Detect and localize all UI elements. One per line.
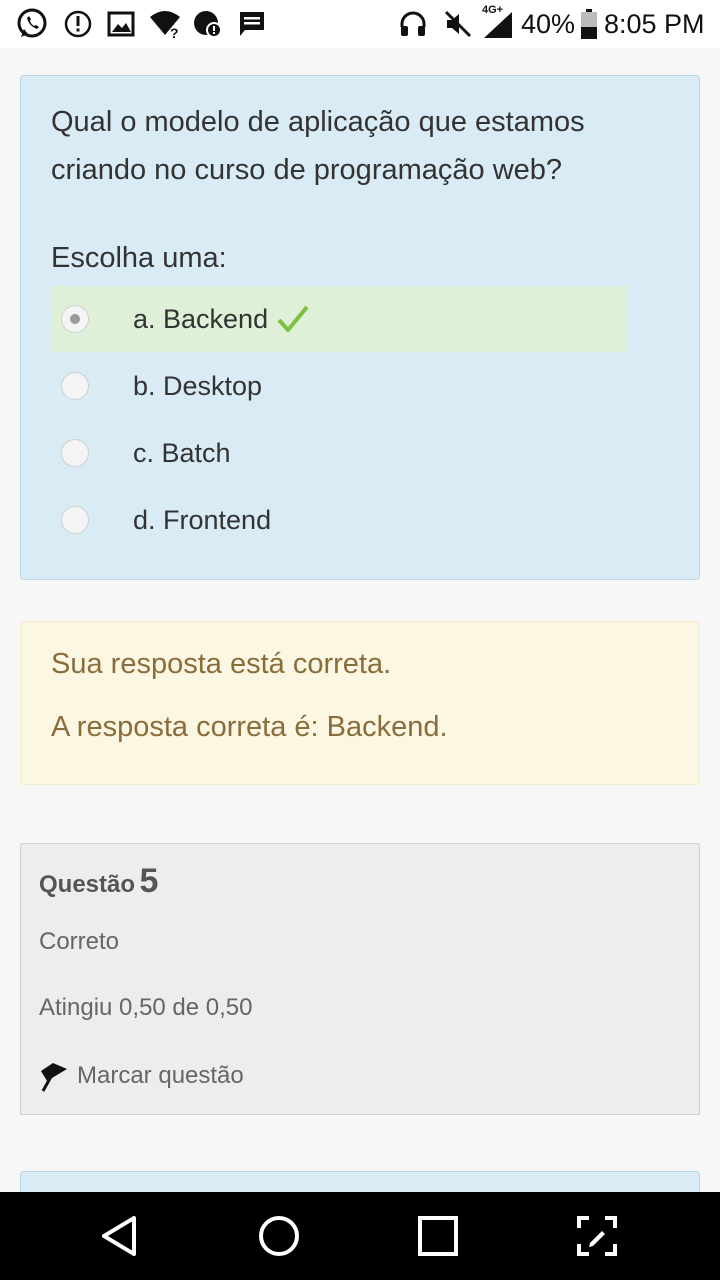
flag-question-label: Marcar questão [77, 1062, 244, 1089]
clock: 8:05 PM [604, 9, 705, 39]
check-icon [277, 305, 309, 332]
message-icon [236, 8, 268, 40]
mute-icon [442, 8, 474, 40]
answer-label: b. Desktop [133, 370, 263, 401]
question-number: 5 [139, 862, 159, 900]
feedback-box: Sua resposta está correta. A resposta co… [20, 621, 700, 785]
radio-button[interactable] [61, 372, 89, 400]
answer-option-d[interactable]: d. Frontend [51, 487, 628, 553]
back-icon [102, 1216, 136, 1256]
recents-button[interactable] [408, 1206, 468, 1266]
feedback-correct-answer: A resposta correta é: Backend. [51, 711, 448, 743]
answer-label: a. Backend [133, 303, 269, 334]
back-button[interactable] [90, 1206, 150, 1266]
answer-label: c. Batch [133, 437, 231, 468]
answer-option-a[interactable]: a. Backend [51, 286, 628, 352]
whatsapp-icon [14, 8, 50, 40]
question-word: Questão [39, 871, 136, 898]
headset-icon [398, 8, 428, 40]
fullscreen-icon [577, 1216, 617, 1256]
navigation-bar [0, 1192, 720, 1280]
status-bar: ? 4G+ 40% 8:05 PM [0, 0, 720, 48]
home-button[interactable] [249, 1206, 309, 1266]
flag-question-link[interactable]: Marcar questão [39, 1059, 244, 1093]
question-card: Qual o modelo de aplicação que estamos c… [20, 75, 700, 580]
signal-icon: 4G+ [480, 4, 516, 40]
radio-button[interactable] [61, 439, 89, 467]
battery-icon [578, 8, 600, 40]
radio-button[interactable] [61, 305, 89, 333]
wifi-unknown-icon: ? [148, 8, 184, 40]
question-number-heading: Questão 5 [39, 862, 158, 901]
battery-percent: 40% [521, 9, 576, 39]
question-status: Correto [39, 928, 120, 955]
question-text: Qual o modelo de aplicação que estamos c… [51, 106, 585, 186]
radio-button[interactable] [61, 506, 89, 534]
network-type-label: 4G+ [482, 4, 504, 16]
recents-icon [418, 1216, 458, 1256]
flag-icon [41, 1063, 67, 1092]
choose-one-label: Escolha uma: [51, 242, 227, 274]
svg-text:?: ? [170, 25, 179, 39]
answer-option-c[interactable]: c. Batch [51, 420, 628, 486]
home-icon [259, 1216, 299, 1256]
alert-icon [62, 8, 94, 40]
question-score: Atingiu 0,50 de 0,50 [39, 994, 253, 1021]
fullscreen-button[interactable] [567, 1206, 627, 1266]
image-icon [106, 8, 136, 40]
answer-option-b[interactable]: b. Desktop [51, 353, 628, 419]
data-saver-icon [192, 8, 226, 40]
feedback-result: Sua resposta está correta. [51, 648, 392, 680]
question-info: Questão 5 Correto Atingiu 0,50 de 0,50 M… [20, 843, 700, 1115]
answer-label: d. Frontend [133, 504, 272, 535]
